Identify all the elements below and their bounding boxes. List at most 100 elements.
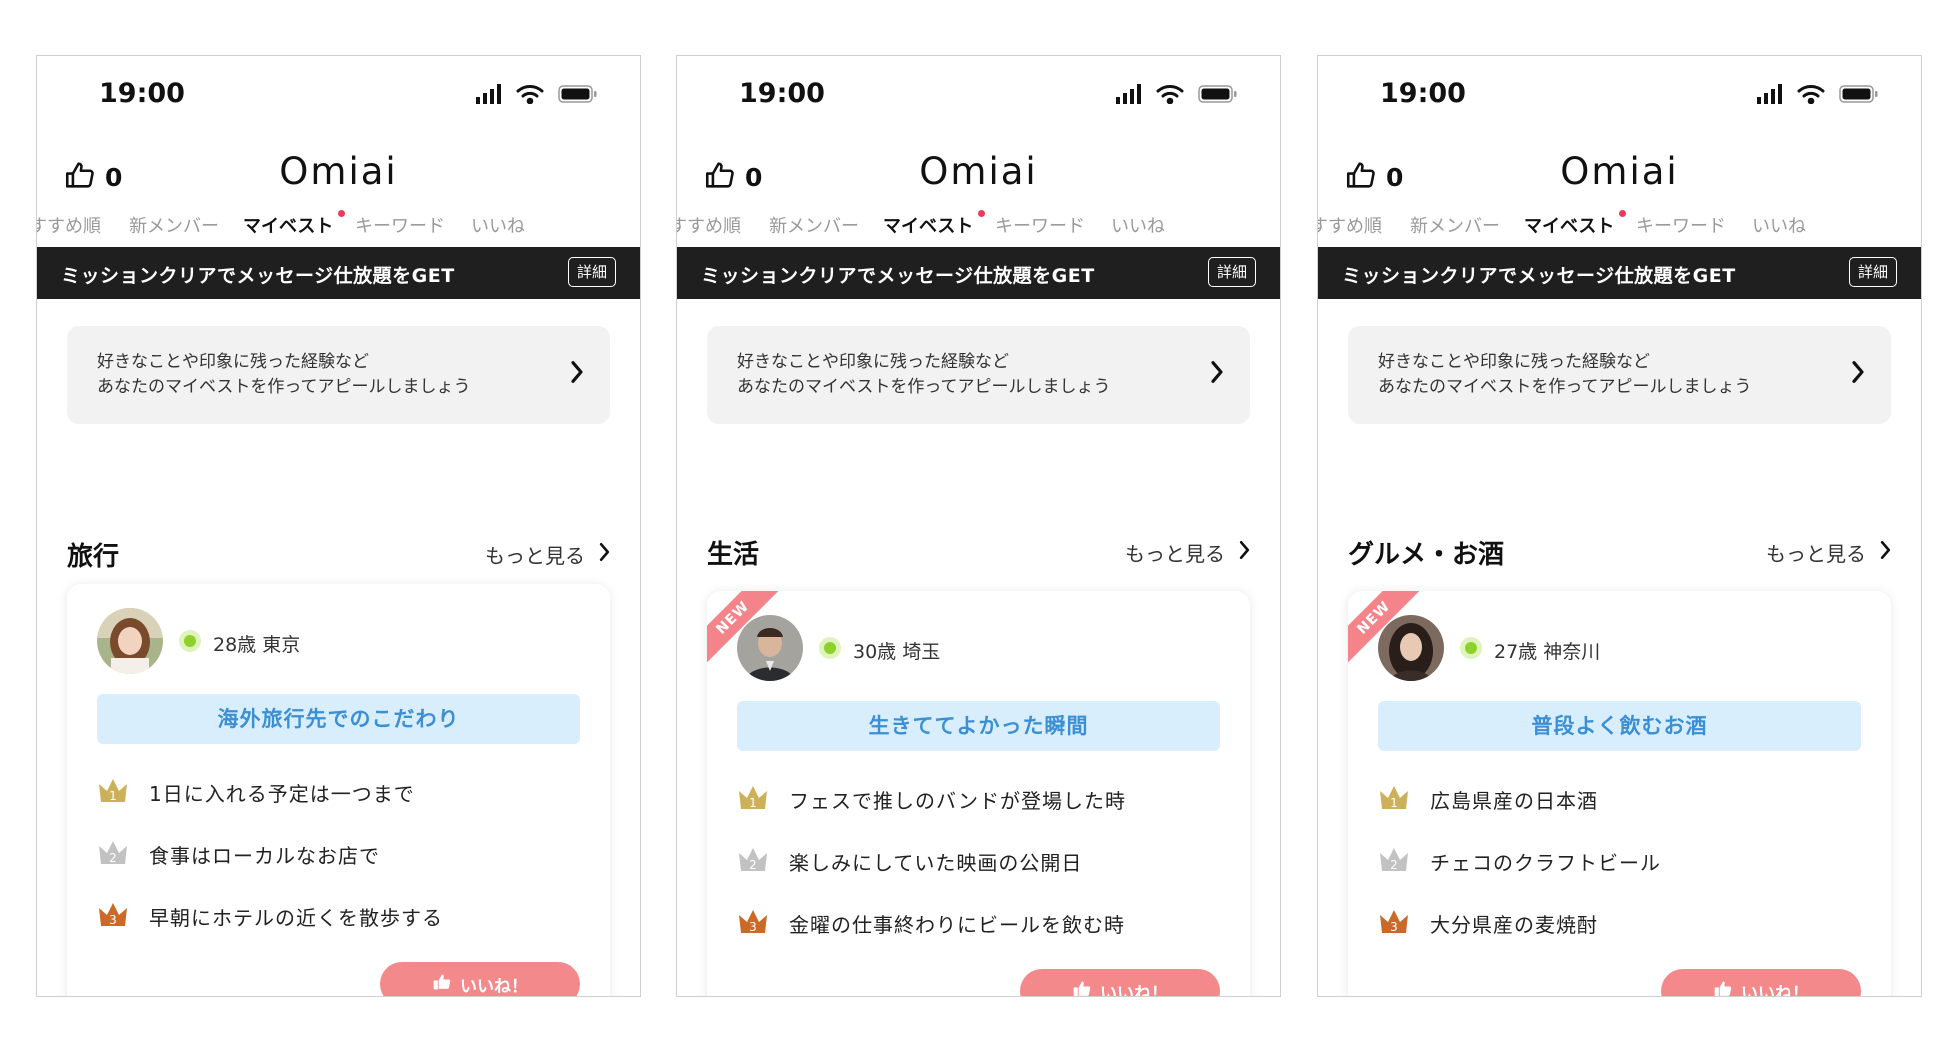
tab-label: マイベスト <box>243 216 334 237</box>
tab-label: すすめ順 <box>1317 216 1382 237</box>
avatar[interactable] <box>97 608 163 674</box>
tab-3[interactable]: キーワード <box>995 212 1085 238</box>
phone-screen: 19:00 0 Omiai すすめ順 新メンバー マイベスト キーワード いいね ミッションク… <box>1317 55 1922 997</box>
tab-label: いいね <box>471 216 525 237</box>
mybest-card[interactable]: NEW 30歳 埼玉 生きててよかった瞬間 1 フェスで推しのバンドが登場した時 2… <box>707 591 1250 997</box>
signal-icon <box>1757 84 1785 108</box>
mybest-card[interactable]: NEW 27歳 神奈川 普段よく飲むお酒 1 広島県産の日本酒 2 チェコのクラフトビ… <box>1348 591 1891 997</box>
wifi-icon <box>516 84 544 108</box>
rank-item-2: 2 食事はローカルなお店で <box>97 836 590 872</box>
section-title: グルメ・お酒 <box>1348 540 1505 570</box>
rank-item-1: 1 フェスで推しのバンドが登場した時 <box>737 781 1230 817</box>
banner-details-button[interactable]: 詳細 <box>1848 257 1897 287</box>
svg-text:3: 3 <box>1390 920 1398 934</box>
profile-age-location: 27歳 神奈川 <box>1494 641 1601 663</box>
tab-1[interactable]: 新メンバー <box>129 212 219 238</box>
prompt-text: 好きなことや印象に残った経験など あなたのマイベストを作ってアピールしましょう <box>1378 352 1752 397</box>
banner-details-button[interactable]: 詳細 <box>1207 257 1256 287</box>
banner-details-button[interactable]: 詳細 <box>567 257 616 287</box>
crown-icon: 2 <box>1378 845 1410 877</box>
battery-icon <box>1198 84 1238 108</box>
see-more-link[interactable]: もっと見る <box>1766 538 1891 567</box>
mybest-topic: 生きててよかった瞬間 <box>737 701 1220 751</box>
tab-label: 新メンバー <box>129 216 219 237</box>
see-more-label: もっと見る <box>485 544 585 568</box>
crown-icon: 3 <box>737 907 769 939</box>
rank-text: 早朝にホテルの近くを散歩する <box>149 905 443 930</box>
tab-label: いいね <box>1111 216 1165 237</box>
tab-4[interactable]: いいね <box>471 212 525 238</box>
like-button[interactable]: いいね！ <box>1020 969 1220 997</box>
rank-text: 食事はローカルなお店で <box>149 843 380 868</box>
online-indicator-icon <box>179 630 201 652</box>
rank-item-2: 2 楽しみにしていた映画の公開日 <box>737 843 1230 879</box>
thumbs-up-icon <box>1713 979 1733 996</box>
crown-icon: 2 <box>737 845 769 877</box>
signal-icon <box>476 84 504 108</box>
status-icons <box>476 84 604 106</box>
tab-4[interactable]: いいね <box>1752 212 1806 238</box>
avatar[interactable] <box>1378 615 1444 681</box>
tab-0[interactable]: すすめ順 <box>677 212 741 238</box>
like-button[interactable]: いいね！ <box>1661 969 1861 997</box>
mybest-prompt[interactable]: 好きなことや印象に残った経験など あなたのマイベストを作ってアピールしましょう <box>1348 326 1891 424</box>
app-logo: Omiai <box>1560 150 1679 193</box>
tab-label: いいね <box>1752 216 1806 237</box>
section-title: 生活 <box>707 540 760 570</box>
rank-text: 金曜の仕事終わりにビールを飲む時 <box>789 912 1125 937</box>
app-logo: Omiai <box>919 150 1038 193</box>
mybest-prompt[interactable]: 好きなことや印象に残った経験など あなたのマイベストを作ってアピールしましょう <box>707 326 1250 424</box>
see-more-link[interactable]: もっと見る <box>485 540 610 569</box>
tab-label: キーワード <box>995 216 1085 237</box>
phone-screen: 19:00 0 Omiai すすめ順 新メンバー マイベスト キーワード いいね ミッションク… <box>36 55 641 997</box>
mission-banner[interactable]: ミッションクリアでメッセージ仕放題をGET 詳細 <box>37 247 640 299</box>
like-button-label: いいね！ <box>1741 983 1809 997</box>
banner-text: ミッションクリアでメッセージ仕放題をGET <box>1342 265 1736 287</box>
tab-2[interactable]: マイベスト <box>883 210 986 238</box>
mission-banner[interactable]: ミッションクリアでメッセージ仕放題をGET 詳細 <box>1318 247 1921 299</box>
crown-icon: 3 <box>97 900 129 932</box>
tab-2[interactable]: マイベスト <box>243 210 346 238</box>
like-button-label: いいね！ <box>1100 983 1168 997</box>
tab-bar: すすめ順 新メンバー マイベスト キーワード いいね <box>677 206 1280 250</box>
crown-icon: 1 <box>1378 783 1410 815</box>
tab-1[interactable]: 新メンバー <box>1410 212 1500 238</box>
tab-label: マイベスト <box>1524 216 1615 237</box>
rank-text: フェスで推しのバンドが登場した時 <box>789 788 1126 813</box>
tab-0[interactable]: すすめ順 <box>37 212 101 238</box>
tab-bar: すすめ順 新メンバー マイベスト キーワード いいね <box>37 206 640 250</box>
mission-banner[interactable]: ミッションクリアでメッセージ仕放題をGET 詳細 <box>677 247 1280 299</box>
like-button[interactable]: いいね！ <box>380 962 580 996</box>
section-header: 生活 もっと見る <box>707 534 1250 574</box>
chevron-right-icon <box>599 542 610 567</box>
tab-label: キーワード <box>1636 216 1726 237</box>
online-indicator-icon <box>819 637 841 659</box>
tab-3[interactable]: キーワード <box>1636 212 1726 238</box>
tab-label: 新メンバー <box>769 216 859 237</box>
chevron-right-icon <box>1880 540 1891 565</box>
section-title: 旅行 <box>67 542 120 572</box>
chevron-right-icon <box>1851 360 1865 388</box>
avatar[interactable] <box>737 615 803 681</box>
mybest-topic: 海外旅行先でのこだわり <box>97 694 580 744</box>
app-logo: Omiai <box>279 150 398 193</box>
status-icons <box>1116 84 1244 106</box>
tab-4[interactable]: いいね <box>1111 212 1165 238</box>
svg-text:2: 2 <box>749 858 757 872</box>
tab-1[interactable]: 新メンバー <box>769 212 859 238</box>
crown-icon: 1 <box>737 783 769 815</box>
tab-2[interactable]: マイベスト <box>1524 210 1627 238</box>
tab-0[interactable]: すすめ順 <box>1317 212 1382 238</box>
rank-text: 大分県産の麦焼酎 <box>1430 912 1598 937</box>
mybest-prompt[interactable]: 好きなことや印象に残った経験など あなたのマイベストを作ってアピールしましょう <box>67 326 610 424</box>
rank-item-3: 3 早朝にホテルの近くを散歩する <box>97 898 590 934</box>
mybest-card[interactable]: 28歳 東京 海外旅行先でのこだわり 1 1日に入れる予定は一つまで 2 食事はローカ… <box>67 584 610 996</box>
see-more-link[interactable]: もっと見る <box>1125 538 1250 567</box>
tab-3[interactable]: キーワード <box>355 212 445 238</box>
status-time: 19:00 <box>1380 78 1466 109</box>
chevron-right-icon <box>1239 540 1250 565</box>
battery-icon <box>1839 84 1879 108</box>
app-header: 0 Omiai <box>677 136 1280 214</box>
banner-text: ミッションクリアでメッセージ仕放題をGET <box>61 265 455 287</box>
status-time: 19:00 <box>739 78 825 109</box>
